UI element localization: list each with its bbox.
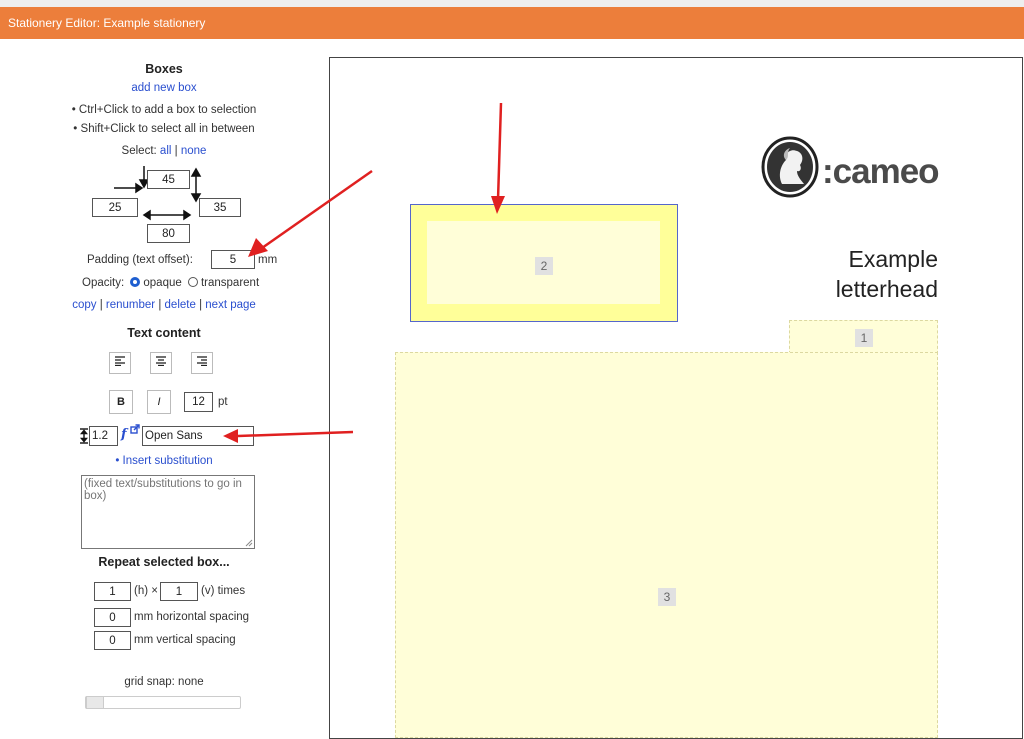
arrow-to-padding xyxy=(261,169,373,250)
arrow-to-box-2 xyxy=(496,102,503,201)
annotation-arrows xyxy=(223,102,505,443)
arrow-to-font xyxy=(237,430,354,438)
